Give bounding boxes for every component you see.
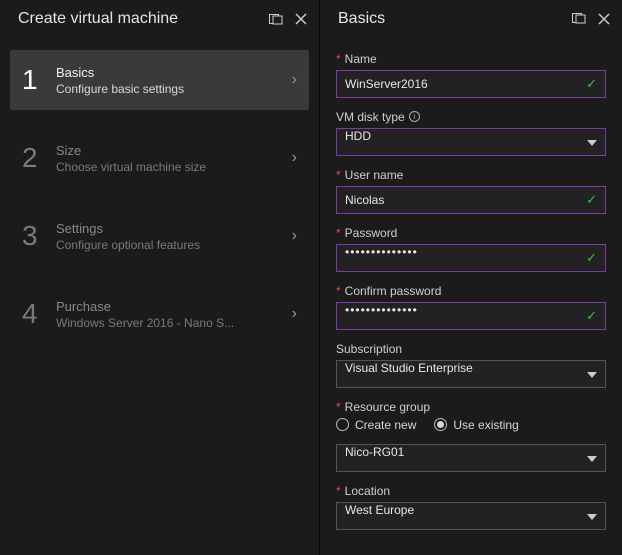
radio-icon	[434, 418, 447, 431]
check-icon: ✓	[586, 192, 597, 208]
chevron-down-icon	[587, 134, 597, 149]
disk-type-select[interactable]: HDD	[336, 128, 606, 156]
resource-group-select[interactable]: Nico-RG01	[336, 444, 606, 472]
label-resource-group: Resource group	[345, 400, 430, 414]
step-number: 2	[22, 142, 56, 174]
field-disk-type: VM disk type i HDD	[336, 110, 606, 156]
maximize-icon[interactable]	[269, 14, 283, 25]
radio-use-existing[interactable]: Use existing	[434, 418, 518, 432]
check-icon: ✓	[586, 308, 597, 324]
subscription-value: Visual Studio Enterprise	[337, 361, 587, 387]
chevron-right-icon: ›	[292, 149, 297, 167]
label-subscription: Subscription	[336, 342, 402, 356]
radio-create-new[interactable]: Create new	[336, 418, 416, 432]
step-purchase[interactable]: 4 Purchase Windows Server 2016 - Nano S.…	[10, 284, 309, 344]
step-number: 3	[22, 220, 56, 252]
user-name-input[interactable]	[337, 187, 586, 213]
user-name-input-wrap[interactable]: ✓	[336, 186, 606, 214]
blade-header-left: Create virtual machine	[0, 0, 319, 38]
chevron-right-icon: ›	[292, 227, 297, 245]
radio-label-create-new: Create new	[355, 418, 416, 432]
password-input[interactable]: ••••••••••••••	[337, 245, 586, 271]
resource-group-value: Nico-RG01	[337, 445, 587, 471]
label-location: Location	[345, 484, 390, 498]
chevron-down-icon	[587, 508, 597, 523]
confirm-password-input[interactable]: ••••••••••••••	[337, 303, 586, 329]
step-title: Size	[56, 143, 292, 158]
confirm-password-input-wrap[interactable]: •••••••••••••• ✓	[336, 302, 606, 330]
step-settings[interactable]: 3 Settings Configure optional features ›	[10, 206, 309, 266]
step-subtitle: Configure optional features	[56, 238, 292, 252]
info-icon[interactable]: i	[409, 111, 420, 122]
field-name: * Name ✓	[336, 52, 606, 98]
blade-title-right: Basics	[338, 10, 385, 28]
basics-blade: Basics * Name ✓ VM disk type i HDD	[320, 0, 622, 555]
chevron-right-icon: ›	[292, 305, 297, 323]
disk-type-value: HDD	[337, 129, 587, 155]
label-name: Name	[345, 52, 377, 66]
step-subtitle: Windows Server 2016 - Nano S...	[56, 316, 292, 330]
field-resource-group-select: Nico-RG01	[336, 444, 606, 472]
label-confirm-password: Confirm password	[345, 284, 442, 298]
password-input-wrap[interactable]: •••••••••••••• ✓	[336, 244, 606, 272]
step-title: Basics	[56, 65, 292, 80]
blade-controls-right	[572, 13, 610, 25]
field-subscription: Subscription Visual Studio Enterprise	[336, 342, 606, 388]
step-subtitle: Choose virtual machine size	[56, 160, 292, 174]
step-number: 4	[22, 298, 56, 330]
field-location: * Location West Europe	[336, 484, 606, 530]
basics-form: * Name ✓ VM disk type i HDD * User name ✓ *…	[320, 38, 622, 555]
steps-list: 1 Basics Configure basic settings › 2 Si…	[0, 38, 319, 374]
label-disk-type: VM disk type	[336, 110, 405, 124]
radio-icon	[336, 418, 349, 431]
check-icon: ✓	[586, 76, 597, 92]
required-icon: *	[336, 484, 341, 498]
field-password: * Password •••••••••••••• ✓	[336, 226, 606, 272]
step-subtitle: Configure basic settings	[56, 82, 292, 96]
step-title: Purchase	[56, 299, 292, 314]
step-size[interactable]: 2 Size Choose virtual machine size ›	[10, 128, 309, 188]
blade-title-left: Create virtual machine	[18, 10, 178, 28]
required-icon: *	[336, 400, 341, 414]
close-icon[interactable]	[598, 13, 610, 25]
blade-controls-left	[269, 13, 307, 25]
maximize-icon[interactable]	[572, 13, 586, 24]
label-password: Password	[345, 226, 398, 240]
step-number: 1	[22, 64, 56, 96]
required-icon: *	[336, 52, 341, 66]
check-icon: ✓	[586, 250, 597, 266]
field-confirm-password: * Confirm password •••••••••••••• ✓	[336, 284, 606, 330]
chevron-down-icon	[587, 366, 597, 381]
subscription-select[interactable]: Visual Studio Enterprise	[336, 360, 606, 388]
name-input[interactable]	[337, 71, 586, 97]
required-icon: *	[336, 284, 341, 298]
radio-label-use-existing: Use existing	[453, 418, 518, 432]
location-select[interactable]: West Europe	[336, 502, 606, 530]
required-icon: *	[336, 226, 341, 240]
field-resource-group: * Resource group Create new Use existing	[336, 400, 606, 432]
step-title: Settings	[56, 221, 292, 236]
field-user-name: * User name ✓	[336, 168, 606, 214]
step-basics[interactable]: 1 Basics Configure basic settings ›	[10, 50, 309, 110]
resource-group-radios: Create new Use existing	[336, 418, 606, 432]
location-value: West Europe	[337, 503, 587, 529]
name-input-wrap[interactable]: ✓	[336, 70, 606, 98]
label-user-name: User name	[345, 168, 404, 182]
required-icon: *	[336, 168, 341, 182]
create-vm-blade: Create virtual machine 1 Basics Configur…	[0, 0, 320, 555]
chevron-right-icon: ›	[292, 71, 297, 89]
close-icon[interactable]	[295, 13, 307, 25]
blade-header-right: Basics	[320, 0, 622, 38]
chevron-down-icon	[587, 450, 597, 465]
